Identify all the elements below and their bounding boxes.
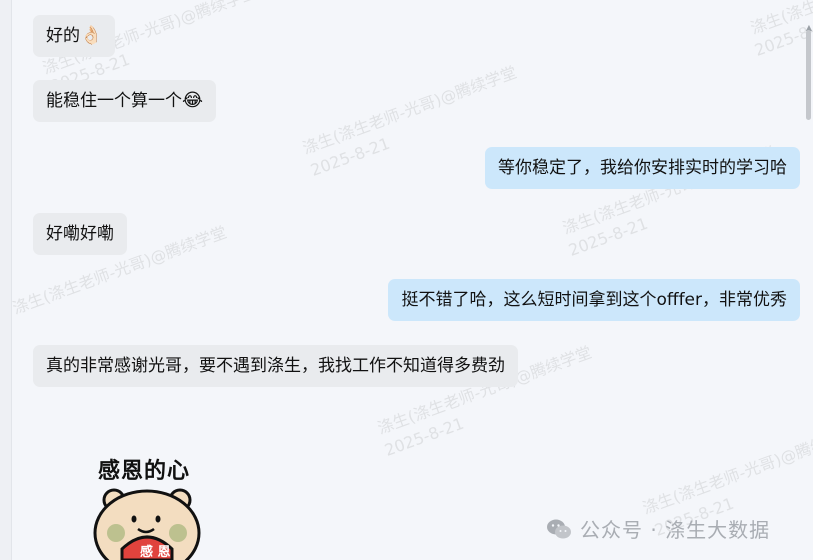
watermark: 涤生(涤生老师-光哥)@腾续学堂	[640, 422, 813, 518]
message-text: 真的非常感谢光哥，要不遇到涤生，我找工作不知道得多费劲	[46, 356, 505, 376]
outgoing-message[interactable]: 等你稳定了，我给你安排实时的学习哈	[485, 147, 800, 189]
left-panel-edge	[0, 0, 12, 560]
watermark: 2025-8-21	[382, 413, 467, 460]
wechat-icon	[547, 519, 571, 538]
sticker-message[interactable]: 感恩的心 感 恩	[80, 445, 220, 560]
watermark: 2025-8-21	[308, 133, 393, 180]
incoming-message[interactable]: 好的👌🏻	[33, 15, 116, 57]
watermark: 2025-8-21	[566, 213, 651, 260]
incoming-message[interactable]: 能稳住一个算一个😂	[33, 80, 217, 122]
outgoing-message[interactable]: 挺不错了哈，这么短时间拿到这个offfer，非常优秀	[388, 279, 800, 321]
watermark: 涤生(涤生老师-光哥)@腾续学堂	[300, 62, 520, 158]
message-text: 能稳住一个算一个	[46, 91, 182, 111]
tears-of-joy-emoji-icon: 😂	[182, 90, 204, 111]
incoming-message[interactable]: 真的非常感谢光哥，要不遇到涤生，我找工作不知道得多费劲	[33, 345, 518, 387]
wechat-official-account-watermark: 公众号 · 涤生大数据	[546, 514, 770, 543]
message-text: 好嘞好嘞	[46, 224, 114, 244]
sticker-heart-label: 感 恩	[140, 545, 171, 560]
incoming-message[interactable]: 好嘞好嘞	[33, 213, 127, 255]
chat-area[interactable]: 涤生(涤生老师-光哥)@腾续学堂 2025-8-21 涤生(涤生老师-光哥)@腾…	[0, 0, 813, 560]
scrollbar-thumb[interactable]	[806, 30, 811, 120]
message-text: 等你稳定了，我给你安排实时的学习哈	[498, 158, 787, 178]
message-text: 挺不错了哈，这么短时间拿到这个offfer，非常优秀	[401, 290, 787, 310]
footer-text: 公众号 · 涤生大数据	[580, 518, 771, 542]
scrollbar[interactable]: ▲	[804, 20, 813, 120]
message-text: 好的	[46, 26, 80, 46]
ok-hand-emoji-icon: 👌🏻	[80, 25, 103, 46]
